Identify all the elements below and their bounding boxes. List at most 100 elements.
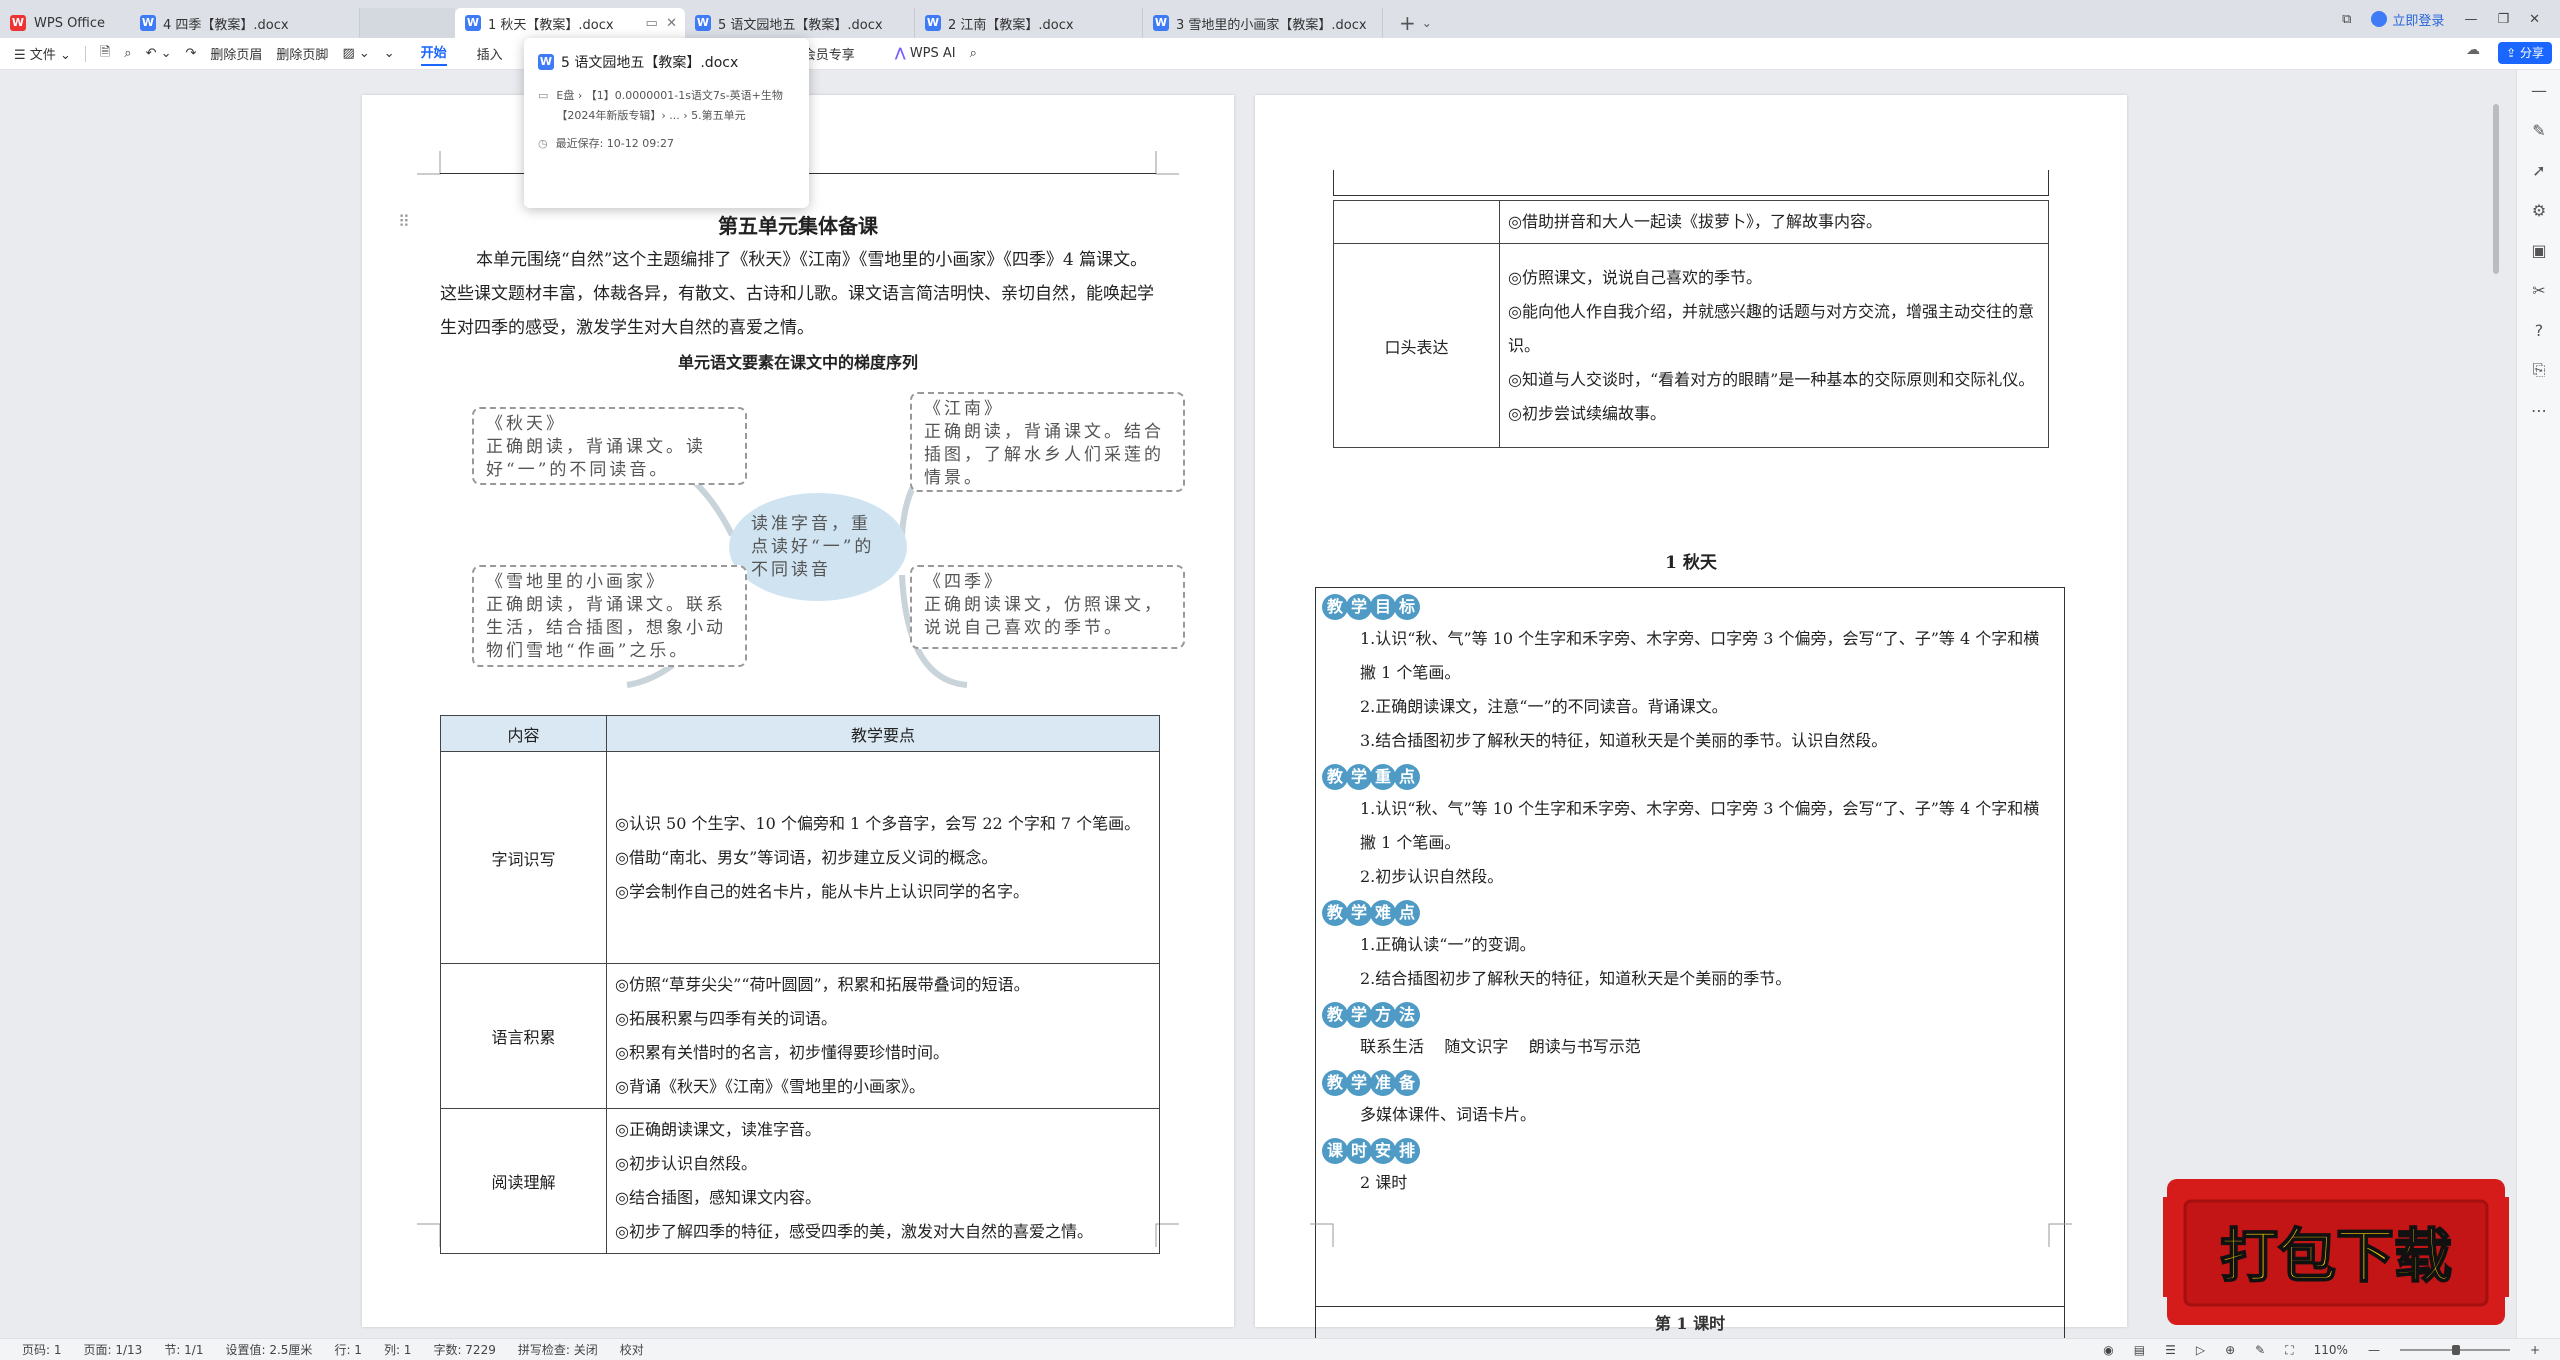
status-page[interactable]: 页面: 1/13	[84, 1341, 143, 1358]
node-text: 正确朗读课文，仿照课文，说说自己喜欢的季节。	[924, 595, 1164, 638]
zoom-slider-thumb[interactable]	[2451, 1345, 2460, 1355]
ai-icon: ⋀	[894, 46, 906, 61]
tab-document[interactable]: W 2 江南【教案】.docx	[915, 8, 1143, 38]
search-icon[interactable]: ⌕	[970, 46, 977, 61]
window-controls: ⧉ 立即登录 — ❐ ✕	[2342, 0, 2560, 38]
save-icon[interactable]: 🗎	[100, 43, 110, 65]
page-corner-mark	[2048, 1223, 2072, 1247]
tab-start[interactable]: 开始	[420, 42, 447, 66]
adjust-icon[interactable]: ⚙	[2517, 190, 2560, 230]
delete-footer-button[interactable]: 删除页脚	[276, 44, 328, 63]
status-word-count[interactable]: 字数: 7229	[433, 1341, 495, 1358]
select-icon[interactable]: ➚	[2517, 150, 2560, 190]
find-icon[interactable]: ⌕	[124, 46, 131, 61]
redo-icon[interactable]: ↷	[186, 46, 197, 61]
word-doc-icon: W	[1153, 15, 1169, 31]
login-button[interactable]: 立即登录	[2371, 10, 2444, 29]
menu-icon[interactable]: ☰ 文件 ⌄	[14, 44, 71, 63]
row-points: ◎借助拼音和大人一起读《拔萝卜》，了解故事内容。	[1499, 200, 2049, 244]
page-view-icon[interactable]: ▤	[2134, 1343, 2145, 1357]
vertical-scrollbar[interactable]	[2491, 74, 2501, 1334]
delete-header-button[interactable]: 删除页眉	[210, 44, 262, 63]
layout-icon[interactable]: ⧉	[2342, 12, 2351, 27]
wps-logo-icon: W	[10, 15, 26, 31]
tab-label: 2 江南【教案】.docx	[948, 17, 1074, 33]
minimize-icon[interactable]: —	[2464, 12, 2477, 27]
pen-icon[interactable]: ✎	[2255, 1343, 2265, 1357]
restore-icon[interactable]: ❐	[2497, 12, 2509, 27]
table-row: 阅读理解 ◎正确朗读课文，读准字音。 ◎初步认识自然段。 ◎结合插图，感知课文内…	[440, 1108, 1160, 1254]
point: ◎学会制作自己的姓名卡片，能从卡片上认识同学的名字。	[615, 881, 1029, 901]
section-heading: 教学准备	[1322, 1068, 2064, 1098]
lesson-plan-box: 教学目标 1.认识“秋、气”等 10 个生字和禾字旁、木字旁、口字旁 3 个偏旁…	[1315, 587, 2065, 1307]
edit-icon[interactable]: ✎	[2517, 110, 2560, 150]
section-line: 2.初步认识自然段。	[1360, 867, 1504, 886]
help-icon[interactable]: ?	[2517, 310, 2560, 350]
zoom-out-icon[interactable]: —	[2368, 1343, 2380, 1357]
web-view-icon[interactable]: ⊕	[2225, 1343, 2235, 1357]
tab-home[interactable]: W WPS Office	[0, 8, 130, 38]
eye-icon[interactable]: ◉	[2103, 1343, 2113, 1357]
tab-document[interactable]: W 4 四季【教案】.docx	[130, 8, 360, 38]
node-text: 正确朗读，背诵课文。读好“一”的不同读音。	[486, 437, 706, 480]
status-proofread[interactable]: 校对	[620, 1341, 644, 1358]
node-title: 《秋天》	[486, 414, 566, 434]
zoom-slider[interactable]	[2399, 1345, 2510, 1355]
status-spell-check[interactable]: 拼写检查: 关闭	[518, 1341, 598, 1358]
bookmark-icon[interactable]: ⎘	[2517, 350, 2560, 390]
section-difficulties: 教学难点 1.正确认读“一”的变调。 2.结合插图初步了解秋天的特征，知道秋天是…	[1316, 898, 2064, 996]
section-line: 多媒体课件、词语卡片。	[1360, 1105, 1537, 1124]
close-window-icon[interactable]: ✕	[2529, 12, 2540, 27]
tab-member[interactable]: 会员专享	[803, 44, 855, 63]
point: ◎借助“南北、男女”等词语，初步建立反义词的概念。	[615, 847, 998, 867]
point: ◎初步尝试续编故事。	[1508, 403, 1666, 423]
divider	[84, 45, 86, 62]
table-header: 内容	[440, 715, 607, 752]
teaching-points-table: 内容 教学要点 字词识写 ◎认识 50 个生字、10 个偏旁和 1 个多音字，会…	[440, 715, 1160, 1254]
node-title: 《四季》	[924, 572, 1004, 592]
clock-icon: ◷	[538, 137, 548, 150]
tab-document[interactable]: W 3 雪地里的小画家【教案】.docx	[1143, 8, 1383, 38]
status-col: 列: 1	[383, 1343, 412, 1357]
zoom-value[interactable]: 110%	[2314, 1343, 2348, 1357]
play-icon[interactable]: ▷	[2196, 1343, 2205, 1357]
point: ◎背诵《秋天》《江南》《雪地里的小画家》。	[615, 1077, 925, 1096]
table-row: 字词识写 ◎认识 50 个生字、10 个偏旁和 1 个多音字，会写 22 个字和…	[440, 751, 1160, 964]
drag-handle-icon[interactable]: ⠿	[398, 212, 410, 231]
section-heading: 教学方法	[1322, 1000, 2064, 1030]
word-doc-icon: W	[695, 15, 711, 31]
mindmap-node-snow: 《雪地里的小画家》 正确朗读，背诵课文。联系生活，结合插图，想象小动物们雪地“作…	[472, 565, 747, 667]
tab-document-active[interactable]: W 1 秋天【教案】.docx ▭ ✕	[455, 8, 685, 38]
scrollbar-thumb[interactable]	[2493, 104, 2499, 274]
download-banner[interactable]: 打包下载	[2163, 1171, 2509, 1331]
node-title: 《江南》	[924, 399, 1004, 419]
section-line: 3.结合插图初步了解秋天的特征，知道秋天是个美丽的季节。认识自然段。	[1360, 731, 1888, 750]
share-button[interactable]: ⇪ 分享	[2498, 42, 2552, 64]
tab-document[interactable]: W 5 语文园地五【教案】.docx	[685, 8, 915, 38]
close-icon[interactable]: ▭ ✕	[646, 16, 677, 31]
outline-view-icon[interactable]: ☰	[2165, 1343, 2176, 1357]
collapse-icon[interactable]: —	[2517, 70, 2560, 110]
undo-icon[interactable]: ↶ ⌄	[146, 46, 172, 61]
tab-insert[interactable]: 插入	[477, 44, 503, 63]
status-setting: 设置值: 2.5厘米	[225, 1343, 313, 1357]
cloud-icon[interactable]: ☁	[2466, 42, 2480, 58]
section-schedule: 课时安排 2 课时	[1316, 1136, 2064, 1200]
image-icon[interactable]: ▣	[2517, 230, 2560, 270]
fit-icon[interactable]: ⛶	[2285, 1343, 2293, 1358]
zoom-in-icon[interactable]: +	[2530, 1343, 2540, 1357]
tab-blank[interactable]	[360, 8, 455, 38]
word-doc-icon: W	[140, 15, 156, 31]
status-page-code: 页码: 1	[22, 1343, 62, 1357]
more-chevron-icon[interactable]: ⌄	[384, 46, 395, 61]
tab-bar: W WPS Office W 4 四季【教案】.docx W 1 秋天【教案】.…	[0, 0, 2560, 38]
more-icon[interactable]: ⋯	[2517, 390, 2560, 430]
popup-path: ▭ E盘 › 【1】0.0000001-1s语文7s-英语+生物【2024年新版专…	[538, 86, 795, 126]
wps-ai-button[interactable]: ⋀ WPS AI	[895, 46, 956, 61]
format-icon[interactable]: ▨ ⌄	[342, 46, 369, 61]
row-label: 阅读理解	[440, 1108, 607, 1254]
section-line: 2.结合插图初步了解秋天的特征，知道秋天是个美丽的季节。	[1360, 969, 1792, 988]
point: ◎结合插图，感知课文内容。	[615, 1188, 821, 1207]
new-tab-button[interactable]: + ⌄	[1383, 8, 1432, 38]
tools-icon[interactable]: ✂	[2517, 270, 2560, 310]
